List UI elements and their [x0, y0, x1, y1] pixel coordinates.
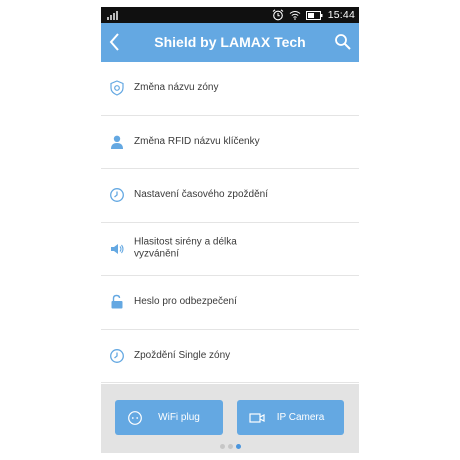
menu-item-label: Hlasitost sirény a délka vyzvánění [134, 236, 237, 260]
menu-item-label: Nastavení časového zpoždění [134, 189, 268, 200]
alarm-clock-icon [272, 9, 284, 21]
menu-item-label: Heslo pro odbezpečení [134, 296, 237, 307]
signal-icon [107, 11, 118, 20]
menu-item-disarm-password[interactable]: Heslo pro odbezpečení [101, 276, 359, 330]
menu-item-zone-name[interactable]: Změna názvu zóny [101, 62, 359, 116]
menu-item-label: Změna RFID názvu klíčenky [134, 135, 260, 147]
menu-item-single-zone-delay[interactable]: Zpoždění Single zóny [101, 330, 359, 383]
page-dot[interactable] [219, 444, 225, 449]
device-shortcuts: WiFi plug IP Camera [101, 384, 359, 453]
menu-item-rfid-name[interactable]: Změna RFID názvu klíčenky [101, 116, 359, 169]
shield-gear-icon [110, 80, 124, 96]
ip-camera-button[interactable]: IP Camera [237, 400, 344, 435]
wifi-plug-label: WiFi plug [158, 412, 200, 423]
status-bar: 15:44 [101, 7, 359, 23]
page-dot[interactable] [227, 444, 233, 449]
settings-menu: Změna názvu zóny Změna RFID názvu klíčen… [101, 62, 359, 383]
clock-icon [110, 348, 124, 363]
app-bar: Shield by LAMAX Tech [101, 23, 359, 62]
battery-icon [305, 10, 323, 20]
phone-screen: 15:44 Shield by LAMAX Tech Změna názvu z… [101, 7, 359, 453]
page-indicator [101, 444, 359, 449]
menu-item-siren-volume[interactable]: Hlasitost sirény a délka vyzvánění [101, 223, 359, 276]
app-title: Shield by LAMAX Tech [154, 34, 306, 50]
page-dot-active[interactable] [235, 444, 241, 449]
clock-time: 15:44 [327, 9, 355, 21]
menu-item-label: Zpoždění Single zóny [134, 349, 231, 361]
search-icon[interactable] [334, 33, 352, 51]
menu-item-label: Změna názvu zóny [134, 82, 219, 93]
clock-icon [110, 188, 124, 203]
wifi-plug-button[interactable]: WiFi plug [115, 400, 223, 435]
menu-item-time-delay[interactable]: Nastavení časového zpoždění [101, 169, 359, 223]
ip-camera-label: IP Camera [276, 412, 325, 423]
wifi-icon [289, 11, 301, 20]
speaker-icon [111, 243, 124, 254]
person-icon [111, 135, 123, 149]
unlocked-padlock-icon [111, 295, 123, 309]
